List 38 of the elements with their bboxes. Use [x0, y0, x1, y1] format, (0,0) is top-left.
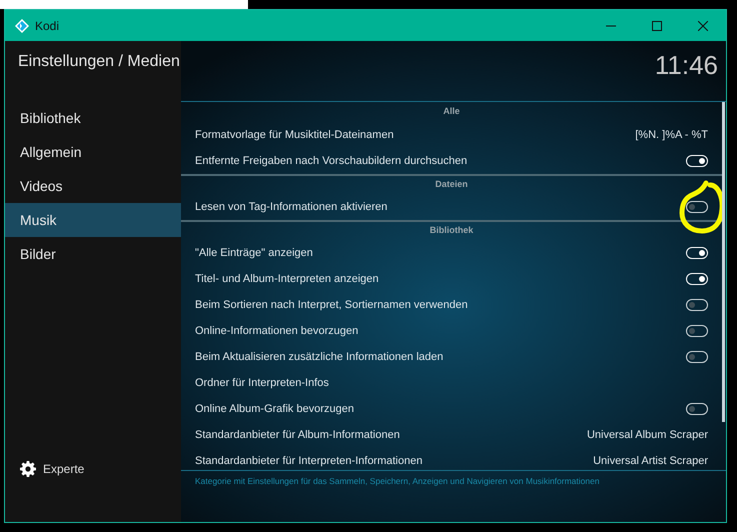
app-logo-icon: [15, 18, 29, 32]
page-title: Einstellungen / Medien: [18, 52, 180, 72]
setting-label[interactable]: Lesen von Tag-Informationen aktivieren: [195, 198, 388, 216]
setting-label[interactable]: Entfernte Freigaben nach Vorschaubildern durchsuchen: [195, 152, 468, 170]
toggle-switch[interactable]: [686, 299, 708, 311]
setting-label[interactable]: Standardanbieter für Interpreten-Informationen: [195, 452, 422, 470]
setting-label[interactable]: Formatvorlage für Musiktitel-Dateinamen: [195, 126, 394, 144]
sidebar-item[interactable]: Allgemein: [5, 135, 181, 169]
maximize-icon: [652, 20, 662, 30]
toggle-switch[interactable]: [686, 325, 708, 337]
settings-level-button[interactable]: Experte: [5, 459, 181, 479]
setting-label[interactable]: Online-Informationen bevorzugen: [195, 322, 358, 340]
toggle-switch[interactable]: [686, 403, 708, 415]
sidebar-item[interactable]: Bilder: [5, 237, 181, 271]
setting-value: Universal Album Scraper: [586, 428, 708, 443]
section-header: Bibliothek: [430, 224, 474, 238]
setting-label[interactable]: Beim Sortieren nach Interpret, Sortiernamen verwenden: [195, 296, 468, 314]
sidebar-item[interactable]: Musik: [5, 203, 181, 237]
setting-value: Universal Artist Scraper: [593, 454, 708, 469]
toggle-switch[interactable]: [686, 351, 708, 363]
setting-label[interactable]: Titel- und Album-Interpreten anzeigen: [195, 270, 379, 288]
gear-icon: [20, 461, 36, 477]
section-header: Dateien: [435, 178, 468, 192]
clock: 11:46: [654, 52, 718, 78]
setting-label[interactable]: Beim Aktualisieren zusätzliche Informationen laden: [195, 348, 444, 366]
setting-label[interactable]: Ordner für Interpreten-Infos: [195, 374, 329, 392]
setting-label[interactable]: "Alle Einträge" anzeigen: [195, 244, 313, 262]
setting-value: [%N. ]%A - %T: [635, 128, 708, 143]
category-description: Kategorie mit Einstellungen für das Sammeln, Speichern, Anzeigen und Navigieren von Musikinformationen: [195, 474, 600, 488]
setting-label[interactable]: Online Album-Grafik bevorzugen: [195, 400, 354, 418]
sidebar-item[interactable]: Videos: [5, 169, 181, 203]
section-header: Alle: [443, 105, 460, 118]
sidebar-item[interactable]: Bibliothek: [5, 101, 181, 135]
toggle-switch[interactable]: [686, 201, 708, 213]
scrollbar[interactable]: [722, 102, 725, 422]
setting-label[interactable]: Standardanbieter für Album-Informationen: [195, 426, 400, 444]
window-title: Kodi: [35, 18, 60, 34]
close-icon: [698, 20, 708, 30]
